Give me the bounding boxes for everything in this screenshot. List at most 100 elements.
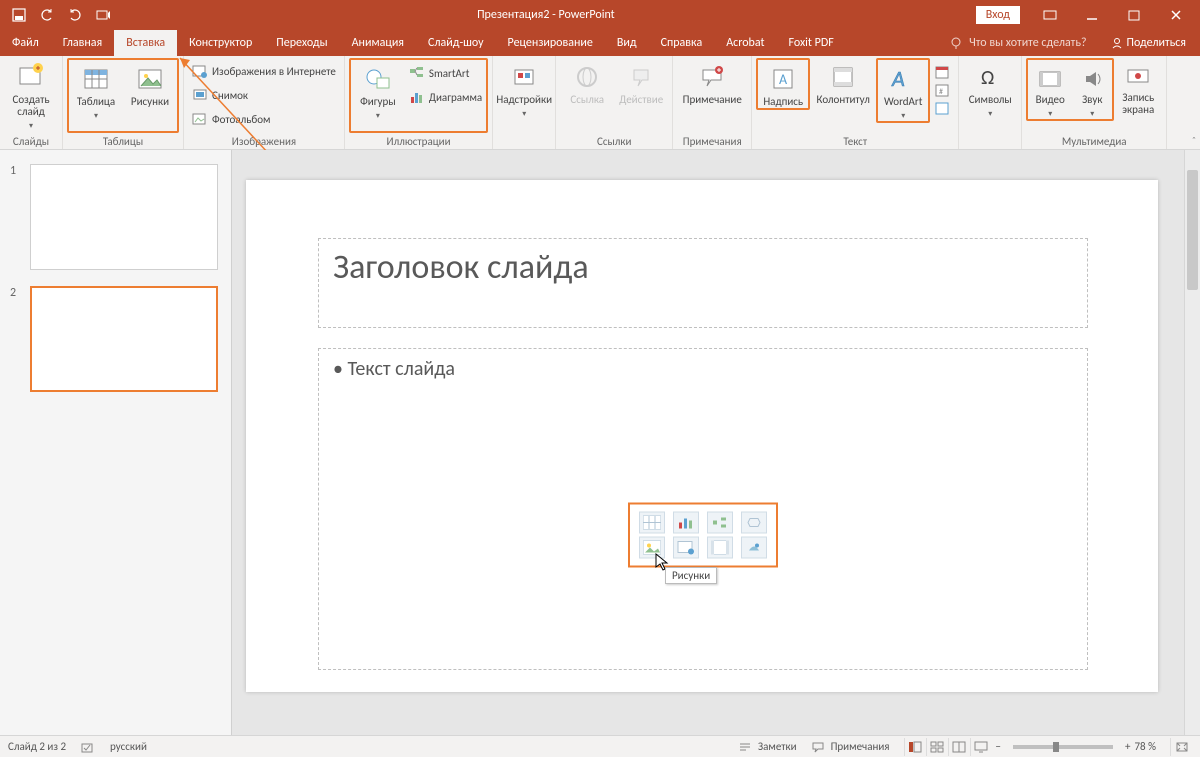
zoom-in-icon[interactable]: + (1125, 740, 1130, 753)
textbox-button[interactable]: A Надпись (756, 58, 810, 110)
shapes-button[interactable]: Фигуры (351, 60, 405, 121)
header-footer-icon (828, 62, 858, 92)
photo-album-button[interactable]: Фотоальбом (192, 108, 336, 130)
addins-icon (509, 62, 539, 92)
screenshot-icon (192, 87, 208, 103)
redo-icon[interactable] (62, 2, 88, 28)
pictures-icon (135, 64, 165, 94)
tab-transitions[interactable]: Переходы (264, 30, 339, 56)
window-title: Презентация2 - PowerPoint (116, 8, 976, 22)
addins-button[interactable]: Надстройки (497, 58, 551, 119)
tab-foxit[interactable]: Foxit PDF (777, 30, 846, 56)
hyperlink-button: Ссылка (560, 58, 614, 106)
fit-to-window-icon[interactable] (1170, 738, 1192, 756)
collapse-ribbon-icon[interactable]: ˆ (1192, 134, 1196, 147)
insert-online-pictures-icon[interactable] (673, 536, 699, 558)
table-button[interactable]: Таблица (69, 60, 123, 121)
comments-button[interactable]: Примечания (811, 740, 890, 753)
zoom-out-icon[interactable]: − (996, 740, 1001, 753)
shapes-icon (363, 64, 393, 94)
content-placeholder-icons (628, 502, 778, 567)
thumbnail-1[interactable]: 1 (10, 164, 221, 270)
audio-button[interactable]: Звук (1072, 60, 1112, 119)
tell-me[interactable]: Что вы хотите сделать? (939, 30, 1096, 56)
thumbnail-2[interactable]: 2 (10, 286, 221, 392)
share-icon (1111, 37, 1123, 49)
screen-recording-button[interactable]: Запись экрана (1114, 58, 1162, 116)
tab-review[interactable]: Рецензирование (496, 30, 605, 56)
new-slide-icon (16, 62, 46, 92)
share-button[interactable]: Поделиться (1097, 30, 1200, 56)
link-icon (572, 62, 602, 92)
close-icon[interactable] (1156, 0, 1196, 30)
insert-3d-icon[interactable] (741, 511, 767, 533)
symbols-button[interactable]: Ω Символы (963, 58, 1017, 119)
tooltip: Рисунки (665, 567, 717, 584)
object-icon[interactable] (934, 100, 950, 116)
tab-insert[interactable]: Вставка (114, 30, 177, 56)
online-pictures-button[interactable]: Изображения в Интернете (192, 60, 336, 82)
tab-animations[interactable]: Анимация (340, 30, 416, 56)
start-from-beginning-icon[interactable] (90, 2, 116, 28)
insert-smartart-icon[interactable] (707, 511, 733, 533)
tab-design[interactable]: Конструктор (177, 30, 264, 56)
normal-view-icon[interactable] (904, 738, 926, 756)
wordart-button[interactable]: A WordArt (876, 58, 930, 123)
slideshow-view-icon[interactable] (970, 738, 992, 756)
insert-chart-icon[interactable] (673, 511, 699, 533)
status-bar: Слайд 2 из 2 русский Заметки Примечания … (0, 735, 1200, 757)
slide-sorter-icon[interactable] (926, 738, 948, 756)
smartart-icon (409, 65, 425, 81)
online-pictures-icon (192, 63, 208, 79)
insert-video-icon[interactable] (707, 536, 733, 558)
insert-table-icon[interactable] (639, 511, 665, 533)
signin-button[interactable]: Вход (976, 6, 1020, 24)
comment-button[interactable]: Примечание (677, 58, 747, 106)
comment-icon (697, 62, 727, 92)
minimize-icon[interactable] (1072, 0, 1112, 30)
chart-icon (409, 89, 425, 105)
zoom-slider[interactable] (1013, 745, 1113, 749)
svg-text:Ω: Ω (981, 66, 994, 90)
save-icon[interactable] (6, 2, 32, 28)
content-placeholder[interactable]: Текст слайда (318, 348, 1088, 670)
video-button[interactable]: Видео (1028, 60, 1072, 119)
maximize-icon[interactable] (1114, 0, 1154, 30)
screenshot-button[interactable]: Снимок (192, 84, 336, 106)
tab-file[interactable]: Файл (0, 30, 51, 56)
reading-view-icon[interactable] (948, 738, 970, 756)
undo-icon[interactable] (34, 2, 60, 28)
slide-canvas[interactable]: Заголовок слайда Текст слайда (232, 150, 1200, 735)
audio-icon (1078, 64, 1106, 92)
action-icon (626, 62, 656, 92)
textbox-icon: A (768, 64, 798, 94)
vertical-scrollbar[interactable] (1184, 150, 1200, 735)
svg-text:#: # (939, 87, 943, 97)
zoom-level[interactable]: 78 % (1134, 740, 1156, 753)
tab-slideshow[interactable]: Слайд-шоу (416, 30, 496, 56)
slide-thumbnails: 1 2 (0, 150, 232, 735)
svg-text:A: A (779, 71, 788, 88)
tab-acrobat[interactable]: Acrobat (714, 30, 776, 56)
pictures-button[interactable]: Рисунки (123, 60, 177, 108)
tab-help[interactable]: Справка (649, 30, 715, 56)
notes-button[interactable]: Заметки (738, 740, 797, 753)
insert-icon-icon[interactable] (741, 536, 767, 558)
header-footer-button[interactable]: Колонтитул (810, 58, 876, 106)
chart-button[interactable]: Диаграмма (409, 86, 482, 108)
ribbon-display-icon[interactable] (1030, 0, 1070, 30)
photo-album-icon (192, 111, 208, 127)
screen-recording-icon (1124, 62, 1152, 90)
ribbon: Создать слайд Слайды Таблица Рисунки Таб… (0, 56, 1200, 150)
action-button: Действие (614, 58, 668, 106)
spellcheck-icon[interactable] (80, 740, 96, 754)
slide-number-icon[interactable]: # (934, 82, 950, 98)
new-slide-button[interactable]: Создать слайд (4, 58, 58, 131)
slide-counter[interactable]: Слайд 2 из 2 (8, 740, 66, 753)
language-status[interactable]: русский (110, 740, 147, 753)
date-time-icon[interactable] (934, 64, 950, 80)
smartart-button[interactable]: SmartArt (409, 62, 482, 84)
title-placeholder[interactable]: Заголовок слайда (318, 238, 1088, 328)
tab-home[interactable]: Главная (51, 30, 114, 56)
tab-view[interactable]: Вид (605, 30, 649, 56)
